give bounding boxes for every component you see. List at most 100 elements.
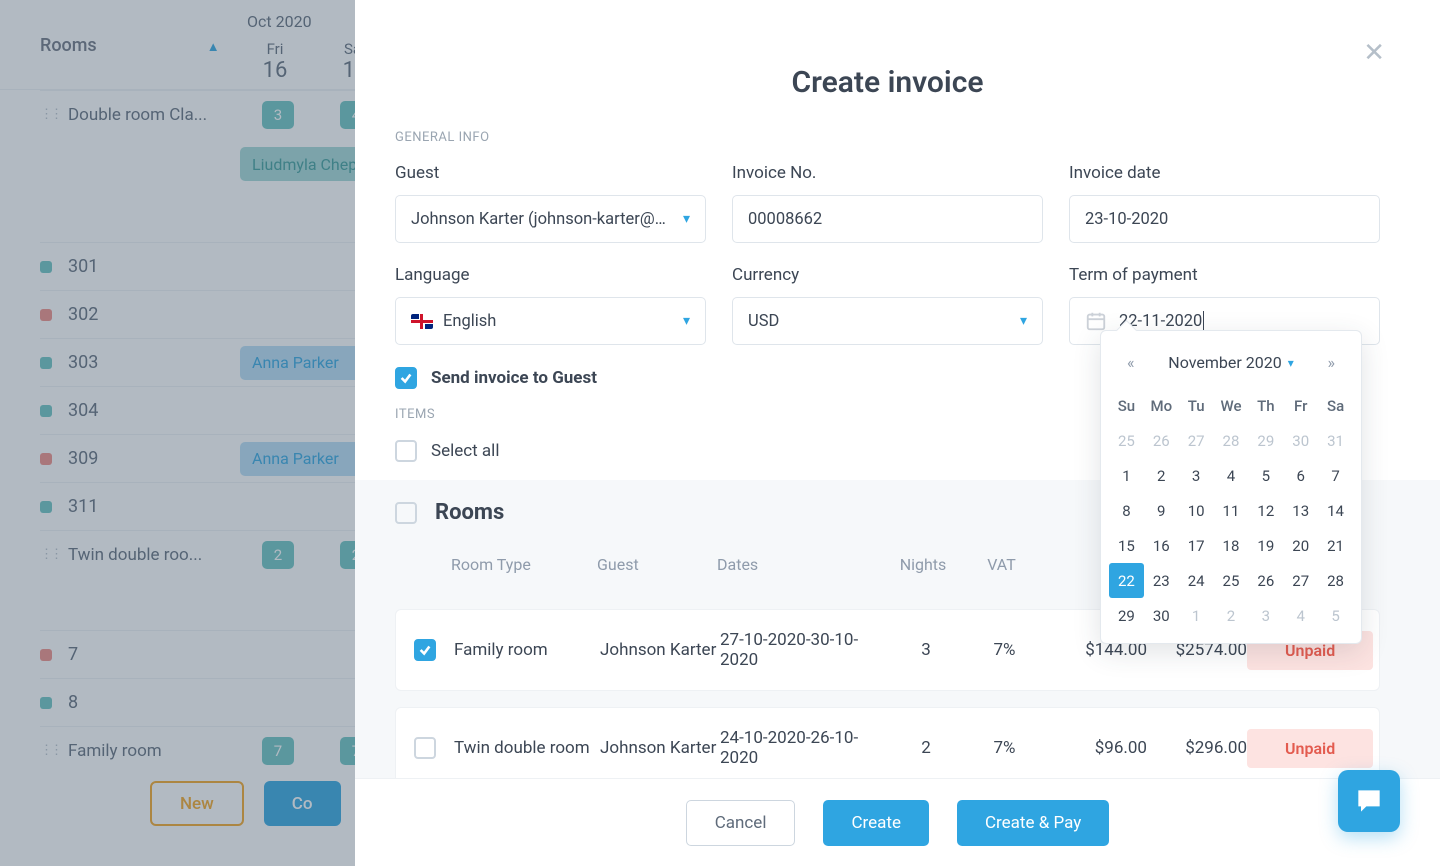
invoice-no-input[interactable]: 00008662 bbox=[732, 195, 1043, 243]
item-nights: 2 bbox=[890, 738, 962, 758]
item-guest: Johnson Karter bbox=[600, 738, 720, 758]
calendar-day[interactable]: 7 bbox=[1318, 458, 1353, 493]
calendar-day[interactable]: 27 bbox=[1283, 563, 1318, 598]
calendar-day[interactable]: 10 bbox=[1179, 493, 1214, 528]
calendar-day[interactable]: 25 bbox=[1214, 563, 1249, 598]
calendar-day[interactable]: 22 bbox=[1109, 563, 1144, 598]
calendar-day[interactable]: 4 bbox=[1214, 458, 1249, 493]
select-all-label: Select all bbox=[431, 441, 499, 461]
item-guest: Johnson Karter bbox=[600, 640, 720, 660]
chevron-down-icon: ▾ bbox=[1288, 356, 1294, 370]
dow-header: Th bbox=[1248, 388, 1283, 423]
rooms-heading: Rooms bbox=[435, 500, 504, 525]
calendar-day[interactable]: 14 bbox=[1318, 493, 1353, 528]
dow-header: We bbox=[1214, 388, 1249, 423]
calendar-day[interactable]: 16 bbox=[1144, 528, 1179, 563]
dow-header: Sa bbox=[1318, 388, 1353, 423]
item-vat: 7% bbox=[962, 640, 1047, 660]
calendar-day[interactable]: 20 bbox=[1283, 528, 1318, 563]
calendar-day[interactable]: 6 bbox=[1283, 458, 1318, 493]
calendar-day[interactable]: 23 bbox=[1144, 563, 1179, 598]
uk-flag-icon bbox=[411, 314, 433, 329]
dow-header: Su bbox=[1109, 388, 1144, 423]
invoice-item-row: Twin double room Johnson Karter 24-10-20… bbox=[395, 707, 1380, 789]
date-picker-title[interactable]: November 2020▾ bbox=[1168, 353, 1293, 372]
calendar-day[interactable]: 15 bbox=[1109, 528, 1144, 563]
calendar-day[interactable]: 28 bbox=[1318, 563, 1353, 598]
calendar-day[interactable]: 24 bbox=[1179, 563, 1214, 598]
date-picker-popover: « November 2020▾ » SuMoTuWeThFrSa2526272… bbox=[1100, 330, 1362, 644]
item-nights: 3 bbox=[890, 640, 962, 660]
calendar-day[interactable]: 18 bbox=[1214, 528, 1249, 563]
calendar-day[interactable]: 12 bbox=[1248, 493, 1283, 528]
item-vat: 7% bbox=[962, 738, 1047, 758]
calendar-day[interactable]: 11 bbox=[1214, 493, 1249, 528]
language-label: Language bbox=[395, 265, 706, 285]
currency-label: Currency bbox=[732, 265, 1043, 285]
calendar-day[interactable]: 21 bbox=[1318, 528, 1353, 563]
term-label: Term of payment bbox=[1069, 265, 1380, 285]
item-dates: 24-10-2020-26-10-2020 bbox=[720, 728, 890, 768]
status-badge: Unpaid bbox=[1247, 729, 1373, 768]
send-invoice-label: Send invoice to Guest bbox=[431, 368, 597, 388]
calendar-day[interactable]: 26 bbox=[1248, 563, 1283, 598]
invoice-date-input[interactable]: 23-10-2020 bbox=[1069, 195, 1380, 243]
calendar-day[interactable]: 30 bbox=[1283, 423, 1318, 458]
guest-label: Guest bbox=[395, 163, 706, 183]
calendar-day[interactable]: 25 bbox=[1109, 423, 1144, 458]
modal-footer: Cancel Create Create & Pay bbox=[355, 778, 1440, 866]
prev-month-button[interactable]: « bbox=[1123, 349, 1139, 376]
chat-widget-button[interactable] bbox=[1338, 770, 1400, 832]
create-button[interactable]: Create bbox=[823, 800, 929, 846]
calendar-day[interactable]: 13 bbox=[1283, 493, 1318, 528]
calendar-day[interactable]: 26 bbox=[1144, 423, 1179, 458]
calendar-day[interactable]: 29 bbox=[1248, 423, 1283, 458]
chevron-down-icon: ▾ bbox=[1020, 313, 1027, 329]
dow-header: Tu bbox=[1179, 388, 1214, 423]
calendar-day[interactable]: 1 bbox=[1179, 598, 1214, 633]
item-checkbox[interactable] bbox=[414, 737, 436, 759]
calendar-day[interactable]: 1 bbox=[1109, 458, 1144, 493]
select-all-checkbox[interactable] bbox=[395, 440, 417, 462]
calendar-icon bbox=[1085, 310, 1107, 332]
chevron-down-icon: ▾ bbox=[683, 211, 690, 227]
calendar-day[interactable]: 3 bbox=[1248, 598, 1283, 633]
language-select[interactable]: English ▾ bbox=[395, 297, 706, 345]
create-invoice-modal: ✕ Create invoice GENERAL INFO Guest John… bbox=[355, 0, 1440, 866]
calendar-day[interactable]: 8 bbox=[1109, 493, 1144, 528]
calendar-day[interactable]: 17 bbox=[1179, 528, 1214, 563]
dow-header: Mo bbox=[1144, 388, 1179, 423]
guest-select[interactable]: Johnson Karter (johnson-karter@m… ▾ bbox=[395, 195, 706, 243]
item-room-type: Family room bbox=[454, 640, 600, 660]
calendar-day[interactable]: 2 bbox=[1144, 458, 1179, 493]
rooms-group-checkbox[interactable] bbox=[395, 502, 417, 524]
send-invoice-checkbox[interactable] bbox=[395, 367, 417, 389]
calendar-day[interactable]: 2 bbox=[1214, 598, 1249, 633]
invoice-date-label: Invoice date bbox=[1069, 163, 1380, 183]
chevron-down-icon: ▾ bbox=[683, 313, 690, 329]
calendar-day[interactable]: 31 bbox=[1318, 423, 1353, 458]
calendar-day[interactable]: 27 bbox=[1179, 423, 1214, 458]
chat-icon bbox=[1353, 785, 1385, 817]
calendar-day[interactable]: 30 bbox=[1144, 598, 1179, 633]
calendar-day[interactable]: 4 bbox=[1283, 598, 1318, 633]
create-and-pay-button[interactable]: Create & Pay bbox=[957, 800, 1109, 846]
calendar-day[interactable]: 19 bbox=[1248, 528, 1283, 563]
modal-title: Create invoice bbox=[395, 65, 1380, 100]
calendar-day[interactable]: 5 bbox=[1248, 458, 1283, 493]
item-checkbox[interactable] bbox=[414, 639, 436, 661]
calendar-day[interactable]: 3 bbox=[1179, 458, 1214, 493]
currency-select[interactable]: USD ▾ bbox=[732, 297, 1043, 345]
calendar-day[interactable]: 28 bbox=[1214, 423, 1249, 458]
item-dates: 27-10-2020-30-10-2020 bbox=[720, 630, 890, 670]
cancel-button[interactable]: Cancel bbox=[686, 800, 796, 846]
dow-header: Fr bbox=[1283, 388, 1318, 423]
section-general-info: GENERAL INFO bbox=[395, 130, 1380, 145]
calendar-day[interactable]: 29 bbox=[1109, 598, 1144, 633]
invoice-no-label: Invoice No. bbox=[732, 163, 1043, 183]
calendar-day[interactable]: 5 bbox=[1318, 598, 1353, 633]
item-total: $296.00 bbox=[1147, 738, 1247, 758]
item-tax: $96.00 bbox=[1047, 738, 1147, 758]
calendar-day[interactable]: 9 bbox=[1144, 493, 1179, 528]
next-month-button[interactable]: » bbox=[1324, 349, 1340, 376]
